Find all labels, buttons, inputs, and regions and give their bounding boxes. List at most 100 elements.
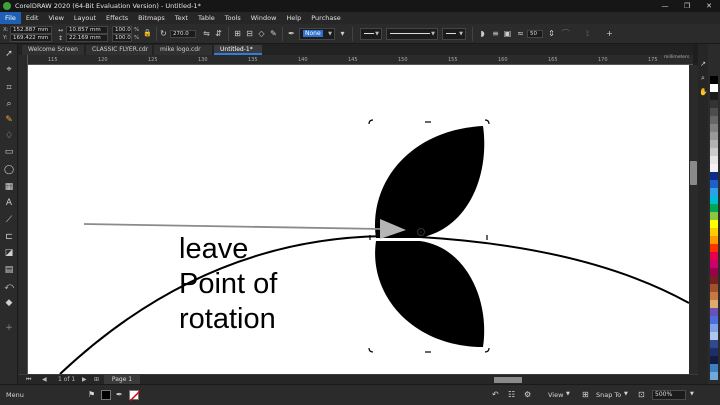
hand-icon[interactable]: ✋ [699, 86, 708, 98]
view-menu[interactable]: View [548, 391, 563, 399]
palette-swatch[interactable] [710, 116, 718, 124]
palette-swatch[interactable] [710, 204, 718, 212]
rotation-handle-bottom-left[interactable] [368, 347, 374, 353]
line-style-dropdown[interactable]: ▼ [386, 28, 438, 40]
snap-to-menu[interactable]: Snap To [596, 391, 621, 399]
polygon-tool-icon[interactable]: ▦ [3, 181, 15, 193]
tab-welcome-screen[interactable]: Welcome Screen [22, 45, 84, 55]
y-position-field[interactable]: 169.422 mm [10, 34, 52, 42]
annotation-text[interactable]: leave Point of rotation [179, 232, 319, 337]
palette-swatch[interactable] [710, 108, 718, 116]
outline-pen-icon[interactable]: ✒ [116, 390, 123, 399]
palette-swatch[interactable] [710, 148, 718, 156]
palette-swatch[interactable] [710, 276, 718, 284]
add-icon[interactable]: + [604, 28, 615, 39]
end-arrowhead-dropdown[interactable]: ▼ [442, 28, 466, 40]
first-page-icon[interactable]: ⏮ [26, 376, 31, 384]
menu-purchase[interactable]: Purchase [306, 12, 346, 24]
horizontal-ruler[interactable]: 115 120 125 130 135 140 145 150 155 160 … [28, 55, 693, 65]
palette-swatch[interactable] [710, 300, 718, 308]
vertical-scrollbar[interactable] [689, 65, 698, 374]
palette-swatch[interactable] [710, 196, 718, 204]
next-page-icon[interactable]: ▶ [82, 376, 87, 383]
undo-docker-icon[interactable]: ↶ [492, 390, 499, 399]
menu-tools[interactable]: Tools [220, 12, 246, 24]
palette-swatch[interactable] [710, 268, 718, 276]
add-tool-icon[interactable]: + [3, 322, 15, 334]
top-leaf-shape[interactable] [374, 126, 485, 238]
menu-effects[interactable]: Effects [101, 12, 133, 24]
palette-swatch[interactable] [710, 84, 718, 92]
palette-swatch[interactable] [710, 372, 718, 380]
eyedropper-icon[interactable]: ⤺ [3, 281, 15, 293]
menu-file[interactable]: File [0, 12, 21, 24]
palette-swatch[interactable] [710, 172, 718, 180]
menu-text[interactable]: Text [170, 12, 193, 24]
palette-swatch[interactable] [710, 100, 718, 108]
palette-swatch[interactable] [710, 188, 718, 196]
palette-swatch[interactable] [710, 252, 718, 260]
text-tool-icon[interactable]: A [3, 197, 15, 209]
palette-swatch[interactable] [710, 340, 718, 348]
shape-icon[interactable]: ✎ [268, 28, 279, 39]
zoom-level-field[interactable]: 500% [652, 390, 686, 400]
minimize-button[interactable]: — [654, 0, 676, 12]
page-tab[interactable]: Page 1 [104, 375, 140, 384]
status-menu-label[interactable]: Menu [6, 391, 24, 399]
palette-swatch[interactable] [710, 124, 718, 132]
zoom-icon[interactable]: ⌕ [699, 72, 707, 84]
outline-swatch[interactable] [129, 390, 140, 401]
palette-swatch[interactable] [710, 164, 718, 172]
drawing-canvas[interactable]: leave Point of rotation [28, 65, 689, 374]
palette-swatch[interactable] [710, 332, 718, 340]
palette-swatch[interactable] [710, 364, 718, 372]
palette-swatch[interactable] [710, 140, 718, 148]
outline-width-dropdown[interactable]: None ▼ [299, 28, 335, 40]
shape-tool-icon[interactable]: ⌖ [3, 64, 15, 76]
palette-swatch[interactable] [710, 260, 718, 268]
artistic-media-icon[interactable]: ♢ [3, 130, 15, 142]
rotation-handle-top-right[interactable] [484, 119, 490, 125]
vertical-scroll-thumb[interactable] [690, 161, 697, 185]
round-corner-icon[interactable]: ⌒ [560, 28, 571, 39]
palette-swatch[interactable] [710, 156, 718, 164]
palette-swatch[interactable] [710, 308, 718, 316]
rotation-handle-top-left[interactable] [368, 119, 374, 125]
pick-tool-icon[interactable]: ➚ [3, 48, 15, 60]
scale-width-field[interactable]: 100.0 [112, 26, 132, 34]
horizontal-scroll-thumb[interactable] [494, 377, 522, 383]
drop-shadow-icon[interactable]: ◪ [3, 247, 15, 259]
menu-window[interactable]: Window [246, 12, 282, 24]
outline-pen-icon[interactable]: ✒ [286, 28, 297, 39]
palette-swatch[interactable] [710, 356, 718, 364]
parallel-dimension-icon[interactable]: ⟋ [3, 214, 15, 226]
arc-curve[interactable] [59, 235, 689, 374]
rotation-handle-bottom-right[interactable] [484, 347, 490, 353]
color-eyedropper-icon[interactable]: ⚑ [88, 390, 95, 399]
transparency-icon[interactable]: ▤ [3, 264, 15, 276]
tab-untitled-1[interactable]: Untitled-1* [214, 45, 262, 55]
rotation-angle-field[interactable]: 270.0 [170, 30, 196, 38]
ellipse-tool-icon[interactable]: ◯ [3, 164, 15, 176]
lock-ratio-icon[interactable]: 🔒 [142, 28, 153, 39]
add-page-icon[interactable]: ⊞ [94, 376, 99, 383]
to-front-icon[interactable]: ▣ [502, 28, 513, 39]
palette-swatch[interactable] [710, 244, 718, 252]
menu-view[interactable]: View [43, 12, 68, 24]
menu-bitmaps[interactable]: Bitmaps [133, 12, 170, 24]
tab-mike-logo[interactable]: mike logo.cdr [154, 45, 212, 55]
start-arrowhead-dropdown[interactable]: ▼ [360, 28, 382, 40]
x-position-field[interactable]: 152.887 mm [10, 26, 52, 34]
mirror-vertical-icon[interactable]: ⇵ [213, 28, 224, 39]
vertical-ruler[interactable] [18, 55, 28, 375]
palette-swatch[interactable] [710, 236, 718, 244]
shape-tool-icon[interactable]: ⟟ [582, 28, 593, 39]
menu-edit[interactable]: Edit [21, 12, 44, 24]
restore-button[interactable]: ❐ [676, 0, 698, 12]
palette-swatch[interactable] [710, 228, 718, 236]
pick-pointer-icon[interactable]: ↗ [699, 58, 707, 70]
bottom-leaf-shape[interactable] [375, 241, 485, 347]
menu-help[interactable]: Help [281, 12, 306, 24]
objects-icon[interactable]: ☷ [508, 390, 515, 399]
close-button[interactable]: ✕ [698, 0, 720, 12]
